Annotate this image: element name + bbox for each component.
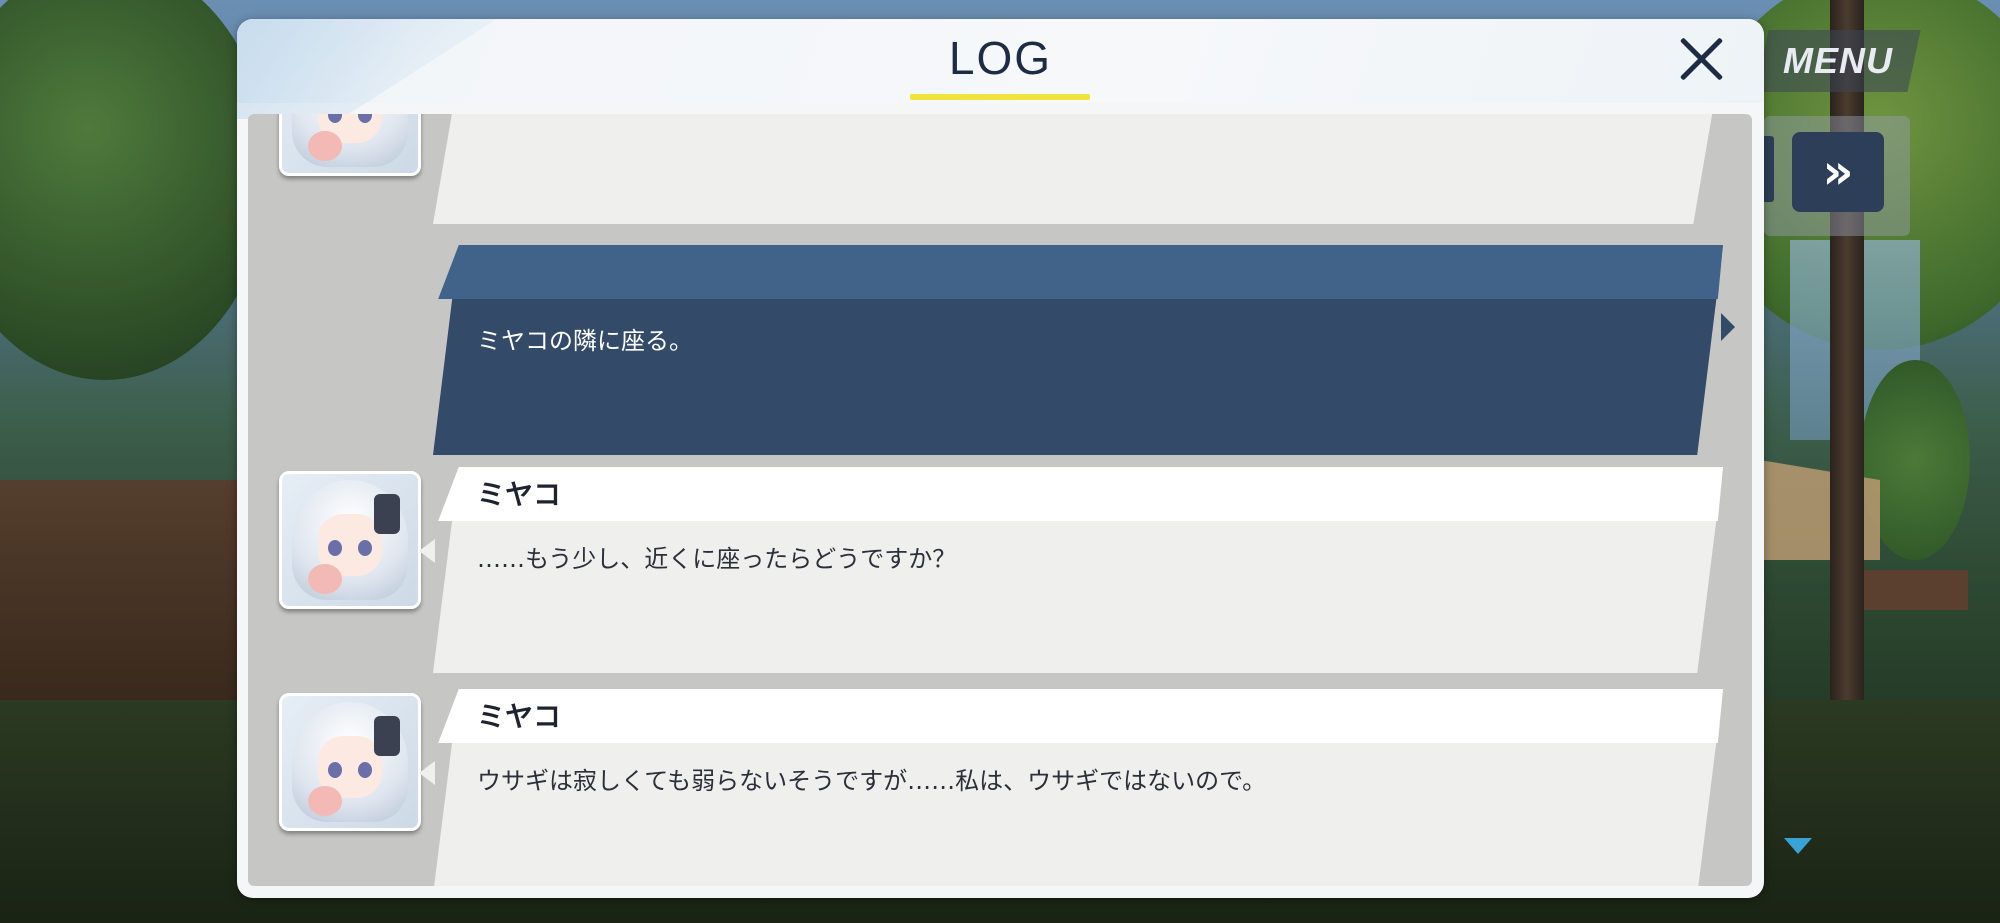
speaker-name: ミヤコ	[477, 478, 562, 511]
speaker-name: ミヤコ	[477, 700, 562, 733]
avatar	[279, 114, 421, 176]
tree-left	[0, 0, 270, 380]
wooden-deck	[0, 480, 250, 720]
bench	[1858, 570, 1968, 610]
log-entry-player: ミヤコの隣に座る。	[433, 245, 1735, 455]
menu-button[interactable]: MENU	[1755, 30, 1921, 92]
log-entry: ミヤコ ウサギは寂しくても弱らないそうですが……私は、ウサギではないので。	[419, 689, 1723, 886]
avatar-miyako	[279, 471, 421, 609]
fast-forward-icon: »	[1822, 144, 1854, 200]
avatar-miyako	[279, 693, 421, 831]
menu-label: MENU	[1783, 40, 1893, 81]
log-entry	[433, 114, 1719, 224]
player-text: ミヤコの隣に座る。	[477, 327, 693, 355]
fast-forward-button[interactable]: »	[1792, 132, 1884, 212]
title-underline	[910, 94, 1090, 100]
log-header: LOG	[237, 19, 1764, 119]
dialogue-text: ……もう少し、近くに座ったらどうですか？	[477, 545, 957, 573]
dialogue-text: ウサギは寂しくても弱らないそうですが……私は、ウサギではないので。	[477, 767, 1267, 795]
close-icon[interactable]	[1671, 29, 1731, 89]
log-title: LOG	[948, 32, 1053, 84]
log-list[interactable]: ミヤコの隣に座る。 ミヤコ ……もう少し、近くに座ったらどうですか？ ミヤコ ウ	[248, 114, 1752, 886]
log-entry: ミヤコ ……もう少し、近くに座ったらどうですか？	[419, 467, 1723, 673]
scroll-down-indicator-icon[interactable]	[1784, 838, 1812, 854]
log-panel: LOG ミヤコの隣に座る。 ミヤコ ……もう少し、近くに座ったらどうですか？ ミ…	[237, 19, 1764, 898]
